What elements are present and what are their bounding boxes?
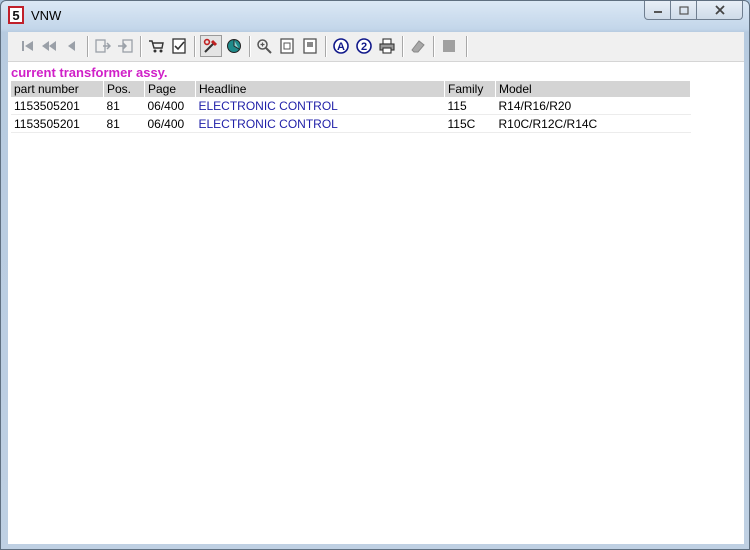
export-icon [95, 39, 111, 53]
cell-pos: 81 [103, 114, 145, 133]
cell-part-number: 1153505201 [11, 97, 104, 115]
parts-table: part number Pos. Page Headline Family Mo… [11, 81, 691, 133]
first-record-button[interactable] [19, 37, 37, 55]
tools-button[interactable] [200, 35, 222, 57]
title-bar[interactable]: 5 VNW [1, 1, 749, 31]
globe-icon [227, 39, 241, 53]
toolbar-separator [194, 36, 196, 57]
cell-model: R14/R16/R20 [495, 97, 691, 115]
cell-part-number: 1153505201 [11, 114, 104, 133]
cell-headline-link[interactable]: ELECTRONIC CONTROL [195, 114, 445, 133]
minimize-icon [653, 11, 662, 13]
column-header-part-number[interactable]: part number [11, 81, 104, 97]
maximize-icon [678, 5, 689, 15]
close-icon [714, 5, 725, 15]
window-title: VNW [31, 8, 62, 23]
table-row[interactable]: 1153505201 81 06/400 ELECTRONIC CONTROL … [11, 97, 691, 115]
close-button[interactable] [697, 1, 743, 20]
cart-button[interactable] [147, 37, 165, 55]
table-row[interactable]: 1153505201 81 06/400 ELECTRONIC CONTROL … [11, 114, 691, 133]
eraser-button[interactable] [409, 37, 427, 55]
svg-text:A: A [337, 41, 345, 53]
page-icon [280, 38, 294, 54]
letter-a-icon: A [333, 38, 349, 54]
cell-family: 115C [444, 114, 496, 133]
page-alt-button[interactable] [301, 37, 319, 55]
cart-icon [149, 40, 164, 53]
number-2-button[interactable]: 2 [355, 37, 373, 55]
tools-icon [203, 38, 218, 53]
cell-model: R10C/R12C/R14C [495, 114, 691, 133]
section-heading: current transformer assy. [11, 65, 168, 80]
print-icon [379, 38, 395, 54]
previous-record-button[interactable] [62, 37, 80, 55]
print-button[interactable] [378, 37, 396, 55]
cell-page: 06/400 [144, 114, 196, 133]
column-header-headline[interactable]: Headline [195, 81, 445, 97]
zoom-icon [257, 39, 272, 54]
svg-text:5: 5 [12, 8, 19, 23]
previous-record-icon [68, 41, 75, 51]
checklist-icon [172, 38, 186, 54]
svg-text:2: 2 [361, 41, 367, 53]
previous-page-icon [42, 41, 56, 51]
zoom-button[interactable] [255, 37, 273, 55]
toolbar: A 2 [8, 32, 744, 62]
stop-icon [443, 40, 455, 52]
maximize-button[interactable] [671, 1, 697, 20]
cell-pos: 81 [103, 97, 145, 115]
letter-a-button[interactable]: A [332, 37, 350, 55]
page-alt-icon [303, 38, 317, 54]
globe-button[interactable] [225, 37, 243, 55]
toolbar-separator [249, 36, 251, 57]
content-area: current transformer assy. part number Po… [8, 62, 744, 544]
table-header-row: part number Pos. Page Headline Family Mo… [11, 81, 691, 97]
number-2-icon: 2 [356, 38, 372, 54]
export-button[interactable] [94, 37, 112, 55]
previous-page-button[interactable] [40, 37, 58, 55]
import-icon [118, 39, 133, 53]
cell-family: 115 [444, 97, 496, 115]
toolbar-separator [87, 36, 89, 57]
cell-headline-link[interactable]: ELECTRONIC CONTROL [195, 97, 445, 115]
page-button[interactable] [278, 37, 296, 55]
eraser-icon [411, 40, 425, 53]
toolbar-separator [433, 36, 435, 57]
minimize-button[interactable] [644, 1, 671, 20]
checklist-button[interactable] [170, 37, 188, 55]
column-header-model[interactable]: Model [495, 81, 691, 97]
column-header-pos[interactable]: Pos. [103, 81, 145, 97]
column-header-family[interactable]: Family [444, 81, 496, 97]
toolbar-separator [140, 36, 142, 57]
toolbar-separator [325, 36, 327, 57]
app-icon: 5 [8, 6, 24, 24]
first-record-icon [22, 41, 33, 51]
toolbar-separator [466, 36, 468, 57]
import-button[interactable] [116, 37, 134, 55]
column-header-page[interactable]: Page [144, 81, 196, 97]
stop-button[interactable] [440, 37, 458, 55]
cell-page: 06/400 [144, 97, 196, 115]
application-window: 5 VNW A 2 current transformer assy. part… [0, 0, 750, 550]
toolbar-separator [402, 36, 404, 57]
